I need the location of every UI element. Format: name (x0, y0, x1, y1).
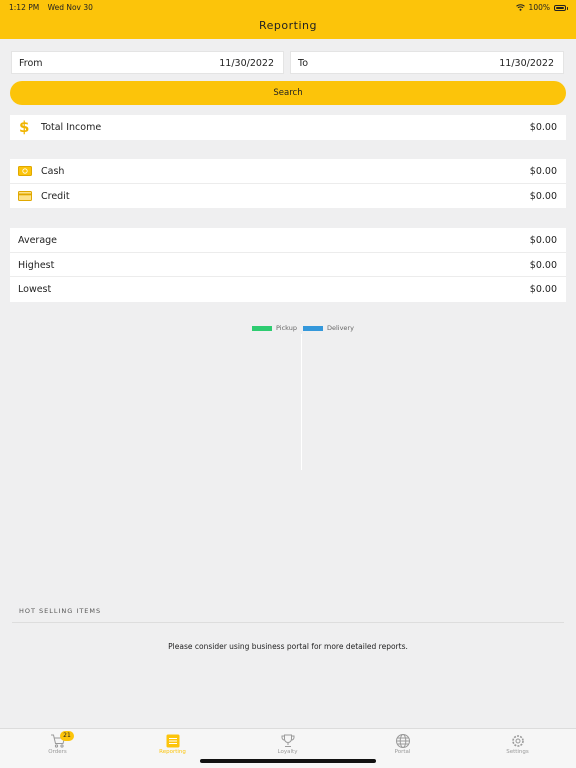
dollar-icon: $ (19, 118, 30, 136)
total-income-card: $ Total Income $0.00 (10, 115, 566, 140)
battery-icon (554, 4, 568, 11)
tab-reporting-label: Reporting (159, 749, 186, 755)
cash-value: $0.00 (529, 166, 557, 177)
section-divider (12, 622, 564, 623)
legend-pickup-label: Pickup (276, 324, 297, 332)
to-label: To (298, 58, 309, 69)
tab-loyalty-label: Loyalty (277, 749, 298, 755)
page-title: Reporting (259, 19, 317, 32)
chart-axis (301, 334, 302, 470)
wifi-icon (515, 4, 525, 11)
from-label: From (19, 58, 43, 69)
legend-delivery-label: Delivery (326, 324, 354, 332)
from-date-field[interactable]: From 11/30/2022 (11, 51, 284, 74)
lowest-row: Lowest $0.00 (10, 277, 566, 302)
status-bar: 1:12 PM Wed Nov 30 100% (0, 0, 576, 14)
to-date-field[interactable]: To 11/30/2022 (290, 51, 564, 74)
home-indicator (200, 759, 376, 763)
tab-settings[interactable]: Settings (460, 729, 575, 768)
cash-row: Cash $0.00 (10, 159, 566, 184)
credit-value: $0.00 (529, 190, 557, 202)
stats-card: Average $0.00 Highest $0.00 Lowest $0.00 (10, 228, 566, 302)
from-date-value: 11/30/2022 (219, 58, 274, 69)
tab-settings-label: Settings (506, 749, 529, 755)
search-button[interactable]: Search (10, 81, 566, 105)
status-date: Wed Nov 30 (47, 3, 93, 12)
highest-row: Highest $0.00 (10, 253, 566, 277)
highest-label: Highest (18, 259, 55, 271)
tab-portal-label: Portal (394, 749, 411, 755)
orders-badge: 21 (60, 731, 74, 741)
credit-row: Credit $0.00 (10, 184, 566, 209)
hot-selling-header: HOT SELLING ITEMS (19, 607, 102, 615)
credit-card-icon (18, 190, 32, 201)
legend-pickup: Pickup (252, 324, 297, 332)
globe-icon (395, 734, 410, 748)
trophy-icon (280, 734, 295, 747)
lowest-label: Lowest (18, 284, 52, 295)
cash-icon (18, 166, 32, 176)
gear-icon (511, 735, 524, 747)
battery-percent: 100% (528, 3, 550, 12)
cash-label: Cash (41, 166, 65, 177)
average-value: $0.00 (529, 235, 557, 246)
total-income-label: Total Income (41, 122, 102, 133)
delivery-swatch (302, 325, 323, 331)
total-income-row: $ Total Income $0.00 (10, 115, 566, 140)
status-time-date: 1:12 PM Wed Nov 30 (9, 3, 99, 12)
total-income-value: $0.00 (529, 122, 557, 133)
status-time: 1:12 PM (9, 3, 40, 12)
payment-types-card: Cash $0.00 Credit $0.00 (10, 159, 566, 208)
average-label: Average (18, 235, 58, 246)
average-row: Average $0.00 (10, 228, 566, 253)
status-indicators: 100% (515, 3, 568, 12)
pickup-swatch (252, 325, 272, 331)
chart-legend: Pickup Delivery (252, 324, 360, 332)
tab-orders[interactable]: 21 Orders (0, 729, 115, 768)
report-icon (166, 734, 179, 748)
legend-delivery: Delivery (302, 324, 354, 332)
lowest-value: $0.00 (529, 284, 557, 295)
credit-label: Credit (41, 190, 70, 202)
portal-note: Please consider using business portal fo… (168, 642, 408, 651)
to-date-value: 11/30/2022 (499, 58, 554, 69)
tab-orders-label: Orders (48, 749, 67, 755)
highest-value: $0.00 (529, 259, 557, 271)
navigation-bar: Reporting (0, 14, 576, 39)
